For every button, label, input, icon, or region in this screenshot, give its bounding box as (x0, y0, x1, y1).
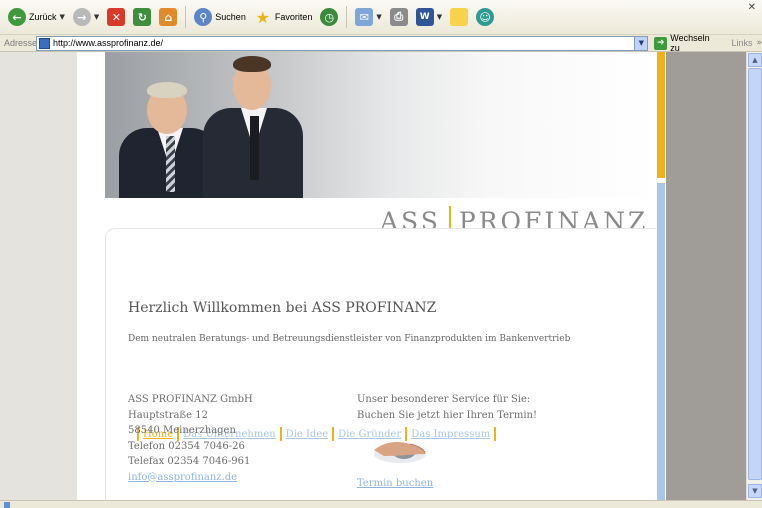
toolbar-separator (185, 6, 187, 28)
stop-button[interactable]: ✕ (105, 5, 127, 29)
scrollbar-thumb[interactable] (748, 68, 762, 480)
browser-toolbar: ← Zurück ▼ → ▼ ✕ ↻ ⌂ ⚲ Suchen ★ Favorite… (0, 0, 762, 35)
company-name: ASS PROFINANZ GmbH (128, 394, 253, 405)
accent-stripe-orange (657, 52, 665, 178)
search-button[interactable]: ⚲ Suchen (192, 5, 248, 29)
favorites-button[interactable]: ★ Favoriten (252, 5, 315, 29)
page-icon (39, 37, 50, 49)
links-chevron-icon[interactable]: » (756, 38, 762, 48)
stop-icon: ✕ (107, 8, 126, 26)
history-icon: ◷ (320, 8, 339, 26)
accent-stripe-blue (657, 183, 665, 500)
company-fax: Telefax 02354 7046-961 (128, 456, 251, 467)
home-icon: ⌂ (159, 8, 178, 26)
go-arrow-icon: ➜ (654, 36, 668, 50)
vertical-scrollbar[interactable]: ▲ ▼ (746, 52, 762, 500)
address-input[interactable]: http://www.assprofinanz.de/ ▼ (36, 35, 649, 51)
company-email-link[interactable]: info@assprofinanz.de (128, 472, 237, 483)
company-address: ASS PROFINANZ GmbH Hauptstraße 12 58540 … (128, 392, 253, 485)
company-street: Hauptstraße 12 (128, 409, 208, 421)
mail-dropdown-icon[interactable]: ▼ (376, 13, 381, 21)
word-icon: W (415, 8, 434, 26)
service-line-1: Unser besonderer Service für Sie: (357, 394, 531, 405)
printer-icon: ⎙ (389, 8, 408, 26)
history-button[interactable]: ◷ (318, 5, 340, 29)
discuss-button[interactable] (448, 5, 470, 29)
note-icon (450, 8, 469, 26)
edit-dropdown-icon[interactable]: ▼ (437, 13, 442, 21)
back-button[interactable]: ← Zurück ▼ (6, 5, 67, 29)
close-toolbar-icon[interactable]: ✕ (748, 2, 756, 13)
mail-icon: ✉ (355, 8, 374, 26)
back-button-label: Zurück (29, 12, 57, 22)
links-button[interactable]: Links (731, 38, 752, 48)
forward-button[interactable]: → ▼ (71, 5, 101, 29)
browser-viewport: ASS PROFINANZ Home Das Unternehmen Die I… (0, 52, 746, 500)
address-label: Adresse (4, 38, 38, 48)
nav-link-die-idee[interactable]: Die Idee (286, 429, 329, 440)
nav-divider (279, 427, 282, 441)
hand-on-mouse-image (374, 442, 426, 463)
nav-divider (332, 427, 335, 441)
edit-button[interactable]: W ▼ (414, 5, 444, 29)
refresh-button[interactable]: ↻ (131, 5, 153, 29)
go-button-label: Wechseln zu (670, 33, 710, 53)
scroll-up-icon[interactable]: ▲ (748, 53, 762, 67)
scroll-down-icon[interactable]: ▼ (748, 484, 762, 498)
messenger-button[interactable]: ☺ (474, 5, 496, 29)
header-photo (105, 52, 656, 198)
address-url[interactable]: http://www.assprofinanz.de/ (53, 38, 163, 48)
page-right-margin (666, 52, 746, 500)
status-page-icon (4, 502, 10, 508)
person-right-image (203, 52, 303, 198)
toolbar-separator (346, 6, 348, 28)
company-city: 58540 Meinerzhagen (128, 425, 236, 436)
service-box: Unser besonderer Service für Sie: Buchen… (357, 392, 537, 423)
address-bar: Adresse http://www.assprofinanz.de/ ▼ ➜ … (0, 33, 762, 53)
nav-divider (494, 427, 497, 441)
service-line-2: Buchen Sie jetzt hier Ihren Termin! (357, 409, 537, 421)
print-button[interactable]: ⎙ (388, 5, 410, 29)
back-arrow-icon: ← (8, 8, 26, 26)
status-bar (0, 500, 762, 508)
forward-arrow-icon: → (72, 8, 91, 26)
company-phone: Telefon 02354 7046-26 (128, 440, 245, 452)
favorites-button-label: Favoriten (274, 12, 313, 22)
star-icon: ★ (255, 7, 270, 27)
search-button-label: Suchen (215, 12, 246, 22)
forward-dropdown-icon[interactable]: ▼ (94, 13, 99, 21)
mail-button[interactable]: ✉ ▼ (353, 5, 383, 29)
search-icon: ⚲ (194, 8, 213, 26)
back-dropdown-icon[interactable]: ▼ (60, 13, 65, 21)
home-button[interactable]: ⌂ (157, 5, 179, 29)
welcome-subtitle: Dem neutralen Beratungs- und Betreuungsd… (128, 334, 571, 344)
messenger-icon: ☺ (476, 8, 495, 26)
go-button[interactable]: ➜ Wechseln zu (654, 33, 721, 53)
refresh-icon: ↻ (133, 8, 152, 26)
page-left-margin (0, 52, 77, 500)
address-dropdown-icon[interactable]: ▼ (634, 36, 648, 50)
termin-buchen-link[interactable]: Termin buchen (357, 478, 433, 489)
welcome-heading: Herzlich Willkommen bei ASS PROFINANZ (128, 300, 437, 316)
